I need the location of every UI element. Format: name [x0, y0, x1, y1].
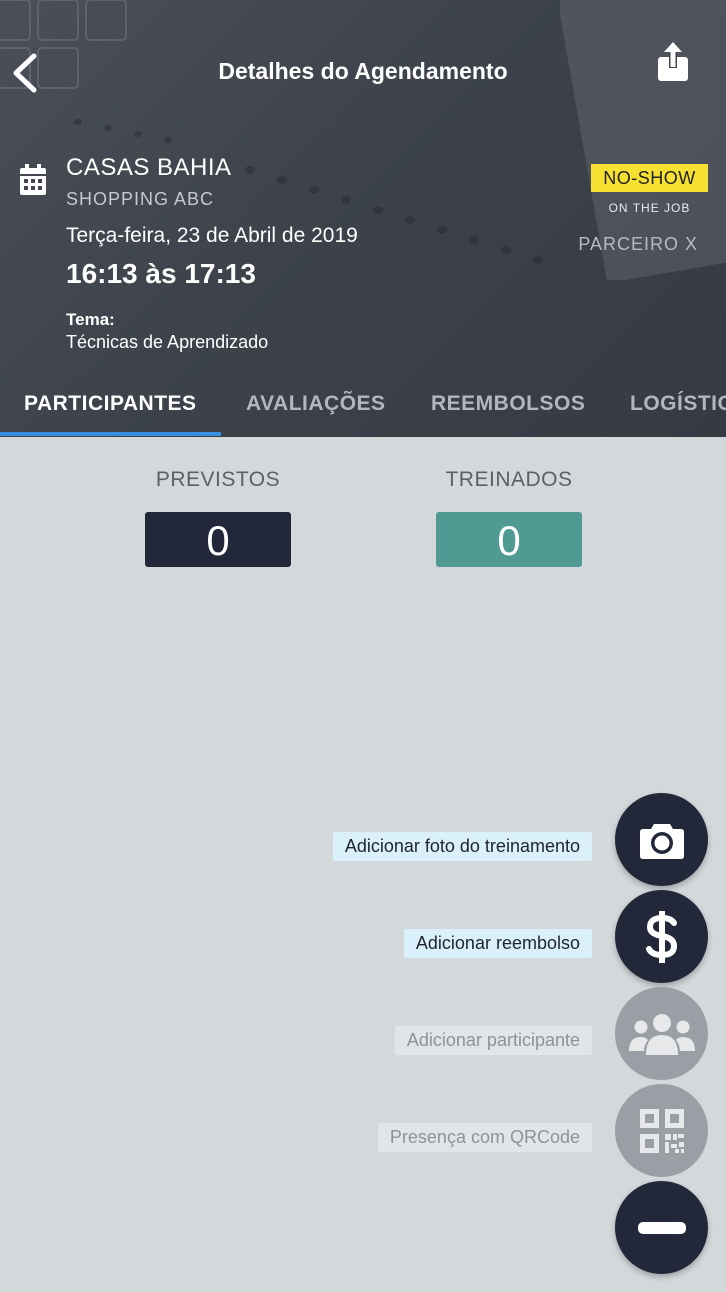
calendar-icon: [20, 164, 46, 195]
page-title: Detalhes do Agendamento: [218, 58, 508, 84]
add-photo-button[interactable]: [615, 793, 708, 886]
add-photo-label[interactable]: Adicionar foto do treinamento: [332, 832, 592, 861]
active-tab-indicator: [0, 432, 221, 436]
tab-reembolsos[interactable]: REEMBOLSOS: [431, 392, 585, 416]
previstos-label: PREVISTOS: [155, 468, 281, 491]
status-subtitle: ON THE JOB: [608, 201, 691, 215]
schedule-date: Terça-feira, 23 de Abril de 2019: [66, 224, 358, 247]
tab-participantes[interactable]: PARTICIPANTES: [24, 392, 197, 416]
store-name: CASAS BAHIA: [66, 154, 232, 181]
qrcode-attendance-label[interactable]: Presença com QRCode: [377, 1123, 592, 1152]
store-location: SHOPPING ABC: [66, 189, 215, 209]
tema-value: Técnicas de Aprendizado: [66, 332, 269, 352]
qrcode-icon: [639, 1108, 684, 1153]
partner-name: PARCEIRO X: [578, 234, 698, 254]
previstos-count: 0: [145, 512, 291, 567]
add-participant-label[interactable]: Adicionar participante: [394, 1026, 592, 1055]
minus-icon: [637, 1221, 686, 1234]
share-button[interactable]: [650, 40, 696, 86]
camera-icon: [639, 823, 684, 859]
header: Detalhes do Agendamento CASAS BAHIA SHOP…: [0, 0, 726, 437]
dollar-icon: [645, 910, 677, 963]
status-badge: NO-SHOW: [591, 164, 708, 192]
qrcode-attendance-button[interactable]: [615, 1084, 708, 1177]
tema-label: Tema:: [66, 310, 115, 329]
treinados-label: TREINADOS: [445, 468, 573, 491]
treinados-count: 0: [436, 512, 582, 567]
add-participant-button[interactable]: [615, 987, 708, 1080]
add-reimbursement-label[interactable]: Adicionar reembolso: [403, 929, 592, 958]
share-icon: [658, 42, 688, 81]
add-reimbursement-button[interactable]: [615, 890, 708, 983]
close-menu-button[interactable]: [615, 1181, 708, 1274]
tab-logistica[interactable]: LOGÍSTIC: [630, 392, 726, 416]
tab-avaliacoes[interactable]: AVALIAÇÕES: [246, 392, 386, 416]
schedule-time: 16:13 às 17:13: [66, 258, 256, 289]
group-icon: [628, 1013, 695, 1055]
